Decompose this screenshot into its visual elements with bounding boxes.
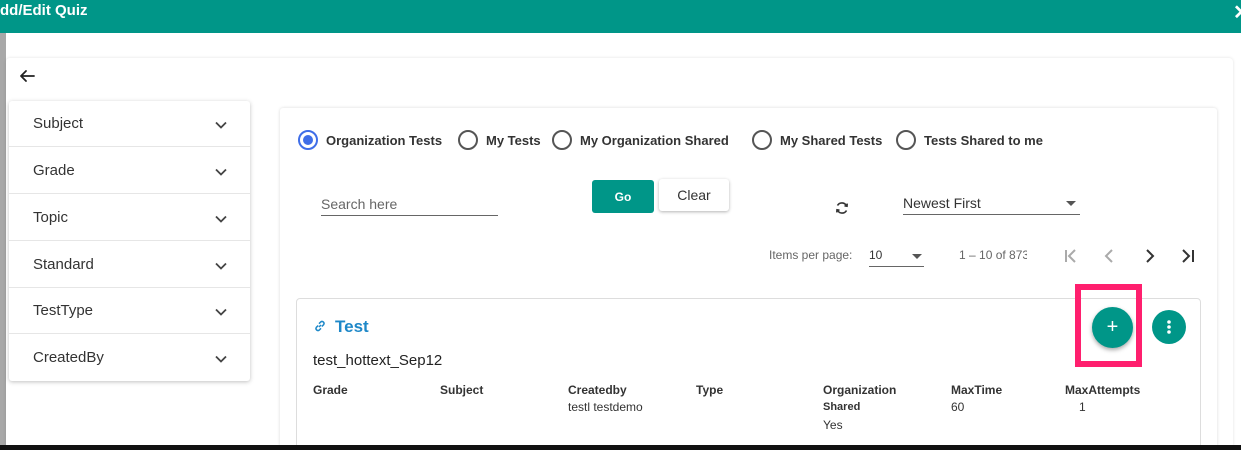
filter-label: TestType: [33, 302, 94, 319]
first-page-icon[interactable]: [1061, 246, 1081, 266]
dialog-header: dd/Edit Quiz ✕: [0, 0, 1241, 33]
more-options-button[interactable]: [1152, 310, 1186, 344]
filter-createdby[interactable]: CreatedBy: [9, 335, 250, 381]
last-page-icon[interactable]: [1178, 246, 1198, 266]
filter-topic[interactable]: Topic: [9, 195, 250, 241]
col-header-type: Type: [696, 383, 724, 397]
test-subtitle: test_hottext_Sep12: [313, 352, 443, 369]
filter-standard[interactable]: Standard: [9, 242, 250, 288]
dialog-title: dd/Edit Quiz: [0, 2, 88, 19]
filter-label: Standard: [33, 256, 94, 273]
search-input[interactable]: [321, 192, 498, 216]
chevron-down-icon: [215, 121, 227, 129]
chevron-down-icon: [215, 355, 227, 363]
previous-page-icon[interactable]: [1100, 246, 1120, 266]
radio-label: My Organization Shared: [580, 132, 729, 148]
col-value-maxattempts: 1: [1079, 400, 1086, 414]
sort-select[interactable]: Newest First: [903, 193, 1080, 215]
radio-circle: [552, 130, 572, 150]
items-per-page-select[interactable]: 10: [869, 246, 924, 267]
radio-my-shared-tests[interactable]: My Shared Tests: [752, 130, 882, 150]
radio-my-organization-shared[interactable]: My Organization Shared: [552, 130, 729, 150]
col-header-subject: Subject: [440, 383, 484, 397]
arrow-left-icon[interactable]: [17, 66, 37, 86]
filter-label: Topic: [33, 209, 69, 226]
add-test-button[interactable]: +: [1092, 307, 1133, 348]
radio-circle: [896, 130, 916, 150]
dropdown-arrow-icon: [1066, 201, 1076, 206]
screen-bottom-edge: [0, 445, 1241, 450]
col-header-grade: Grade: [313, 383, 348, 397]
link-icon: [315, 320, 325, 332]
more-vertical-icon: [1167, 320, 1171, 334]
radio-circle: [458, 130, 478, 150]
filter-sidebar: Subject Grade Topic Standard TestType Cr…: [9, 101, 250, 381]
col-header-shared: Shared: [823, 401, 861, 413]
items-per-page-value: 10: [869, 248, 883, 262]
dropdown-arrow-icon: [912, 254, 922, 259]
col-header-maxtime: MaxTime: [951, 383, 1003, 397]
filter-label: Subject: [33, 115, 84, 132]
filter-label: CreatedBy: [33, 349, 104, 366]
refresh-icon[interactable]: [834, 200, 850, 216]
radio-label: My Tests: [486, 132, 541, 148]
filter-subject[interactable]: Subject: [9, 101, 250, 147]
col-header-createdby: Createdby: [568, 383, 627, 397]
col-header-maxattempts: MaxAttempts: [1065, 383, 1141, 397]
radio-tests-shared-to-me[interactable]: Tests Shared to me: [896, 130, 1043, 150]
filter-grade[interactable]: Grade: [9, 148, 250, 194]
col-value-createdby: testl testdemo: [568, 400, 643, 414]
chevron-down-icon: [215, 262, 227, 270]
go-button[interactable]: Go: [592, 180, 654, 213]
col-value-org-shared: Yes: [823, 418, 843, 432]
sort-value: Newest First: [903, 195, 981, 211]
radio-label: Tests Shared to me: [924, 132, 1043, 148]
clear-button[interactable]: Clear: [659, 179, 729, 211]
filter-label: Grade: [33, 162, 75, 179]
radio-my-tests[interactable]: My Tests: [458, 130, 541, 150]
items-per-page-label: Items per page:: [769, 248, 853, 262]
radio-label: Organization Tests: [326, 132, 443, 148]
radio-label: My Shared Tests: [780, 132, 883, 148]
col-value-maxtime: 60: [951, 400, 965, 414]
col-header-organization: Organization: [823, 383, 897, 397]
test-card: [296, 298, 1201, 450]
filter-testtype[interactable]: TestType: [9, 288, 250, 334]
close-icon[interactable]: ✕: [1233, 0, 1241, 26]
chevron-down-icon: [215, 215, 227, 223]
pagination-range: 1 – 10 of 873: [959, 248, 1027, 262]
chevron-down-icon: [215, 308, 227, 316]
chevron-down-icon: [215, 168, 227, 176]
next-page-icon[interactable]: [1139, 246, 1159, 266]
radio-circle: [298, 130, 318, 150]
radio-organization-tests[interactable]: Organization Tests: [298, 130, 442, 150]
radio-circle: [752, 130, 772, 150]
test-title-link[interactable]: Test: [335, 317, 369, 337]
